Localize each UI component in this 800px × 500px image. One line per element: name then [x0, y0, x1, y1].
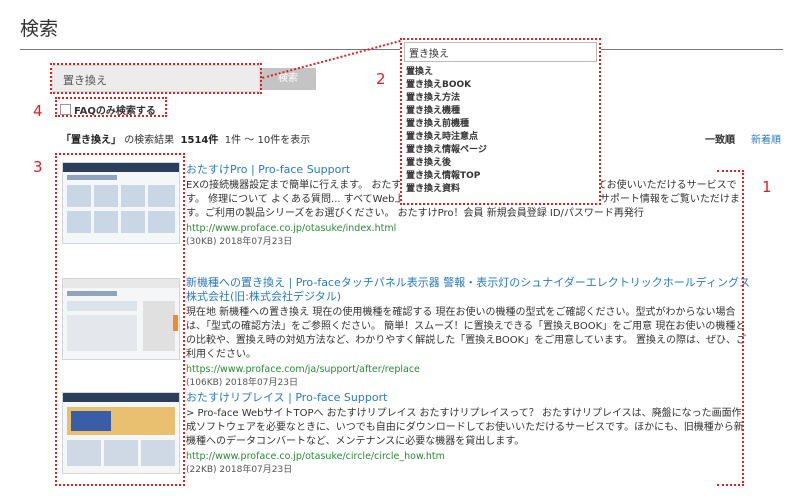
- callout-box-search: [50, 63, 262, 94]
- result-meta: (106KB) 2018年07月23日: [186, 378, 298, 388]
- callout-number-3: 3: [33, 158, 43, 176]
- suggest-item[interactable]: 置き換え時注意点: [406, 131, 487, 144]
- result-url[interactable]: http://www.proface.co.jp/otasuke/circle/…: [186, 450, 751, 463]
- result-meta: (22KB) 2018年07月23日: [186, 465, 293, 475]
- results-summary: 「置き換え」 の検索結果 1514件 1件 ～ 10件を表示: [61, 131, 310, 146]
- callout-number-1: 1: [762, 178, 772, 196]
- suggest-input[interactable]: 置き換え: [404, 42, 597, 62]
- search-result: おたすけリプレイス | Pro-face Support > Pro-face …: [186, 391, 751, 476]
- suggest-item[interactable]: 置き換え資料: [406, 183, 487, 196]
- result-meta: (30KB) 2018年07月23日: [186, 237, 293, 247]
- suggest-item[interactable]: 置き換え情報ページ: [406, 144, 487, 157]
- sort-relevance[interactable]: 一致順: [705, 131, 735, 146]
- suggest-item[interactable]: 置換え: [406, 66, 487, 79]
- result-title-link[interactable]: おたすけリプレイス | Pro-face Support: [186, 391, 751, 405]
- callout-box-results: [717, 170, 744, 486]
- suggest-item[interactable]: 置き換え後: [406, 157, 487, 170]
- result-title-link[interactable]: 新機種への置き換え | Pro-faceタッチパネル表示器 警報・表示灯のシュナ…: [186, 276, 751, 304]
- suggest-list: 置換え 置き換えBOOK 置き換え方法 置き換え機種 置き換え前機種 置き換え時…: [406, 66, 487, 196]
- suggest-item[interactable]: 置き換え方法: [406, 92, 487, 105]
- callout-box-faq: [55, 97, 167, 117]
- suggest-item[interactable]: 置き換え機種: [406, 105, 487, 118]
- results-range: 1件 ～ 10件を表示: [224, 135, 311, 146]
- callout-number-2: 2: [376, 70, 386, 88]
- sort-newest[interactable]: 新着順: [751, 131, 781, 146]
- suggest-item[interactable]: 置き換えBOOK: [406, 79, 487, 92]
- results-total: 1514件: [180, 135, 219, 146]
- results-suffix: の検索結果: [124, 135, 175, 146]
- results-query: 「置き換え」: [61, 135, 121, 146]
- suggest-item[interactable]: 置き換え前機種: [406, 118, 487, 131]
- result-url[interactable]: https://www.proface.com/ja/support/after…: [186, 363, 751, 376]
- result-snippet: 現在地 新機種への置き換え 現在の使用機種を確認する 現在お使いの機種の型式をご…: [186, 307, 747, 360]
- suggest-item[interactable]: 置き換え情報TOP: [406, 170, 487, 183]
- result-snippet: > Pro-face WebサイトTOPへ おたすけリプレイス おたすけリプレイ…: [186, 408, 744, 447]
- result-url[interactable]: http://www.proface.co.jp/otasuke/index.h…: [186, 222, 751, 235]
- callout-number-4: 4: [33, 102, 43, 120]
- page-title: 検索: [20, 18, 59, 40]
- suggest-dropdown: 置き換え 置換え 置き換えBOOK 置き換え方法 置き換え機種 置き換え前機種 …: [400, 38, 601, 205]
- search-result: 新機種への置き換え | Pro-faceタッチパネル表示器 警報・表示灯のシュナ…: [186, 276, 751, 389]
- callout-box-thumbnails: [55, 153, 185, 486]
